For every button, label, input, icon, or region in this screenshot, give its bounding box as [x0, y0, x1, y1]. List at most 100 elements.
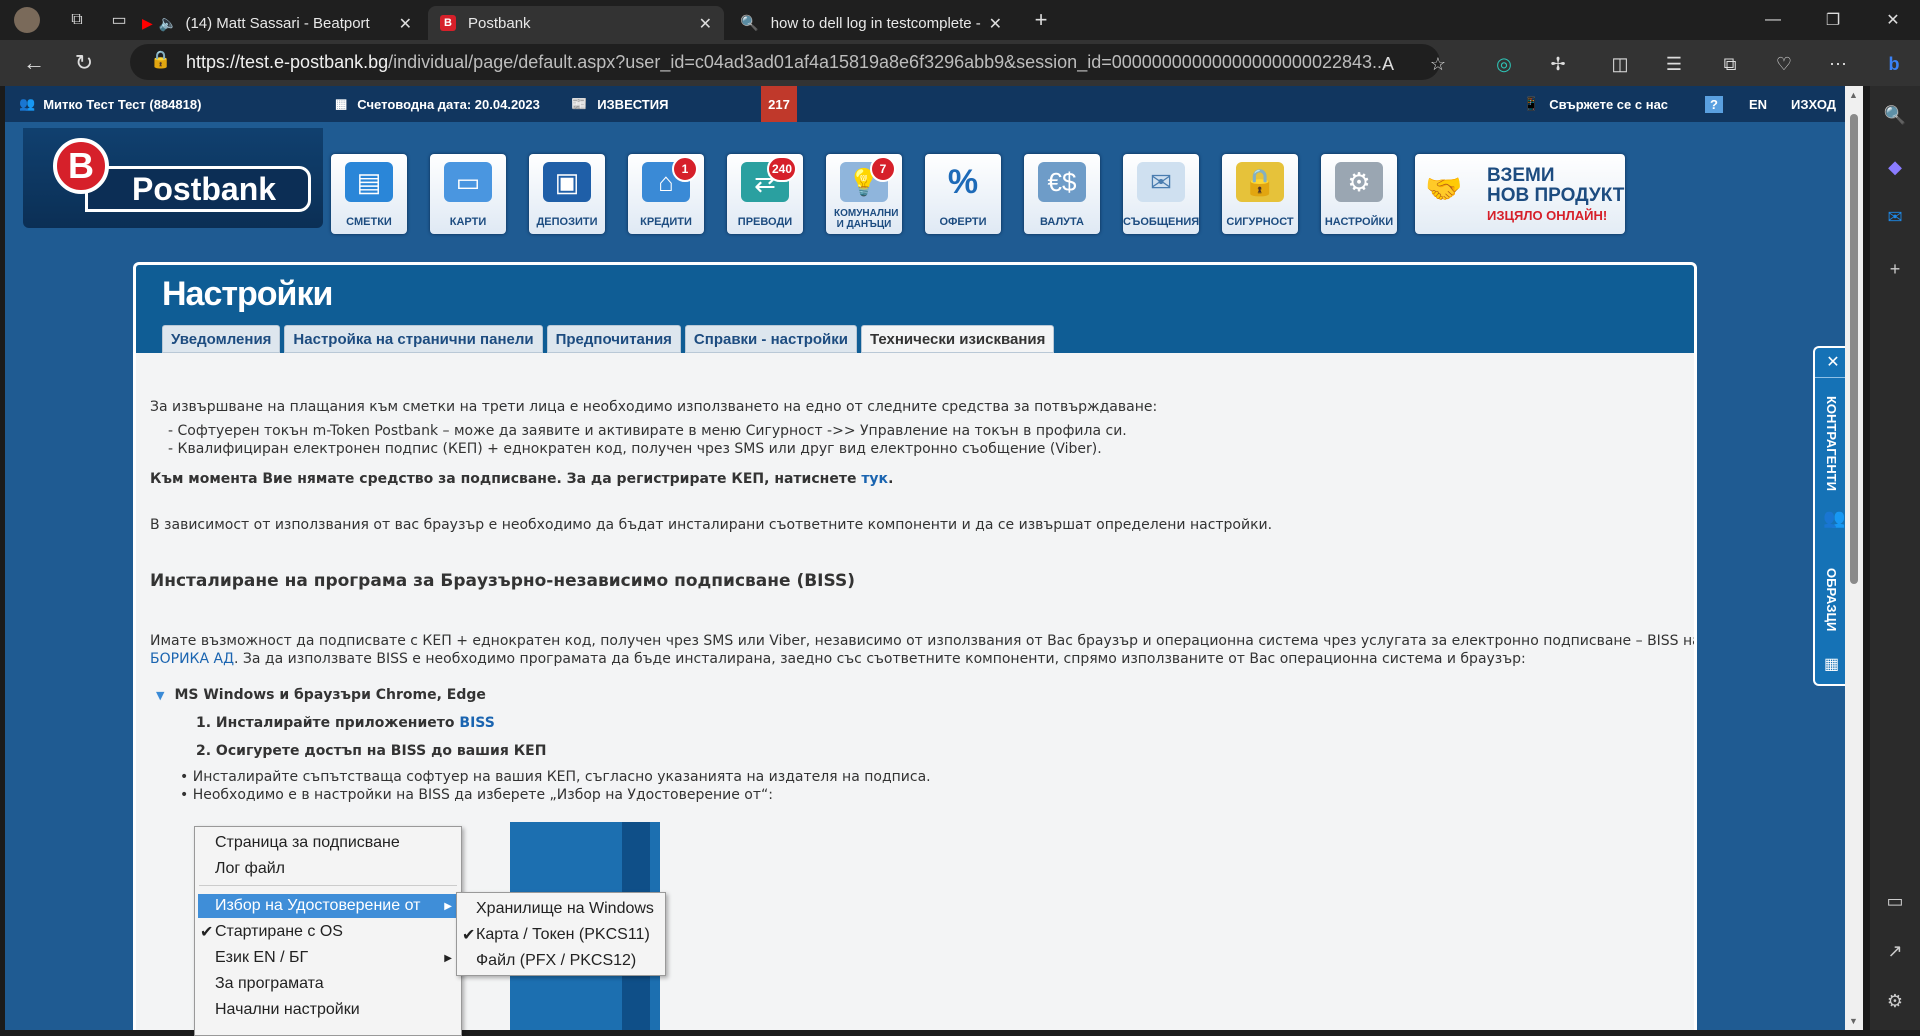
browser-tab-bar: ⧉ ▭ ▶ 🔈 (14) Matt Sassari - Beatport ✕ B…: [0, 0, 1920, 40]
settings-gear-icon[interactable]: ⚙: [1880, 986, 1910, 1016]
nav-offers[interactable]: % ОФЕРТИ: [925, 154, 1001, 234]
biss-context-menu-image: Страница за подписване Лог файл Избор на…: [194, 826, 462, 1036]
news-count-badge[interactable]: 217: [761, 86, 797, 122]
menu-item-defaults: Начални настройки: [215, 1001, 360, 1018]
nav-settings[interactable]: ⚙ НАСТРОЙКИ: [1321, 154, 1397, 234]
tab-technical-requirements[interactable]: Технически изисквания: [860, 325, 1055, 353]
tab-beatport[interactable]: ▶ 🔈 (14) Matt Sassari - Beatport ✕: [134, 6, 424, 40]
paragraph-biss: Имате възможност да подписвате с КЕП + е…: [150, 633, 1697, 649]
close-tab-icon[interactable]: ✕: [989, 14, 1002, 34]
nav-label: СИГУРНОСТ: [1226, 216, 1294, 228]
postbank-logo[interactable]: Postbank B: [23, 128, 323, 228]
back-icon[interactable]: ←: [14, 43, 54, 83]
tab-title: Postbank: [468, 14, 531, 32]
menu-item-certificate-source: Избор на Удостоверение от ▶: [198, 894, 458, 918]
register-kep-link[interactable]: тук: [861, 471, 888, 487]
biss-submenu-image: Хранилище на Windows ✔ Карта / Токен (PKC…: [456, 892, 666, 976]
workspaces-icon[interactable]: ⧉: [62, 5, 92, 35]
nav-label: КАРТИ: [449, 216, 487, 228]
submenu-file: Файл (PFX / PKCS12): [476, 952, 637, 969]
side-widget[interactable]: ✕ КОНТРАГЕНТИ 👥 ОБРАЗЦИ ▦: [1813, 346, 1845, 686]
close-tab-icon[interactable]: ✕: [699, 14, 712, 34]
nav-cards[interactable]: ▭ КАРТИ: [430, 154, 506, 234]
extension-icon[interactable]: ◎: [1488, 48, 1520, 80]
nav-currency[interactable]: €$ ВАЛУТА: [1024, 154, 1100, 234]
read-aloud-icon[interactable]: A: [1372, 48, 1404, 80]
paragraph-browser: В зависимост от използвания от вас брауз…: [150, 517, 1273, 533]
nav-label: СЪОБЩЕНИЯ: [1123, 216, 1200, 228]
speaker-icon[interactable]: 🔈: [159, 14, 178, 32]
step-install: 1. Инсталирайте приложението BISS: [196, 715, 495, 731]
contacts-tab[interactable]: КОНТРАГЕНТИ: [1824, 396, 1839, 491]
nav-label: ПРЕВОДИ: [737, 216, 793, 228]
url-path: /individual/page/default.aspx?user_id=c0…: [388, 51, 1388, 72]
submenu-arrow-icon: ▶: [444, 952, 452, 964]
tab-notifications[interactable]: Уведомления: [162, 325, 281, 353]
step-access: 2. Осигурете достъп на BISS до вашия КЕП: [196, 743, 547, 759]
promo-banner[interactable]: 🤝 ВЗЕМИ НОВ ПРОДУКТ ИЗЦЯЛО ОНЛАЙН!: [1415, 154, 1625, 234]
split-screen-icon[interactable]: ◫: [1604, 48, 1636, 80]
tab-postbank[interactable]: B Postbank ✕: [428, 6, 724, 40]
checkmark-icon: ✔: [462, 927, 476, 944]
maximize-icon[interactable]: ❐: [1803, 0, 1863, 40]
minimize-icon[interactable]: —: [1743, 0, 1803, 40]
nav-transfers[interactable]: ⇄ 240 ПРЕВОДИ: [727, 154, 803, 234]
tab-preferences[interactable]: Предпочитания: [546, 325, 681, 353]
browser-essentials-icon[interactable]: ♡: [1768, 48, 1800, 80]
profile-avatar[interactable]: [14, 7, 40, 33]
phone-icon: 📱: [1523, 96, 1540, 111]
sidebar-toggle-icon[interactable]: ▭: [1880, 886, 1910, 916]
help-button[interactable]: ?: [1705, 86, 1723, 122]
nav-label: ВАЛУТА: [1039, 216, 1084, 228]
paragraph-biss-cont: БОРИКА АД. За да използвате BISS е необх…: [150, 651, 1526, 667]
nav-security[interactable]: 🔒 СИГУРНОСТ: [1222, 154, 1298, 234]
menu-item-log-file: Лог файл: [215, 860, 286, 877]
add-icon[interactable]: +: [1880, 254, 1910, 284]
scroll-down-icon[interactable]: ▼: [1849, 1016, 1858, 1026]
templates-tab[interactable]: ОБРАЗЦИ: [1824, 568, 1839, 631]
nav-accounts[interactable]: ▤ СМЕТКИ: [331, 154, 407, 234]
search-icon[interactable]: 🔍: [1880, 100, 1910, 130]
scrollbar-thumb[interactable]: [1850, 114, 1858, 584]
tab-actions-icon[interactable]: ▭: [104, 5, 134, 35]
new-tab-icon[interactable]: +: [1026, 5, 1056, 35]
news-link[interactable]: 📰 ИЗВЕСТИЯ: [571, 86, 668, 122]
borika-link[interactable]: БОРИКА АД: [150, 651, 234, 667]
close-tab-icon[interactable]: ✕: [399, 14, 412, 34]
accounting-date-text: Счетоводна дата: 20.04.2023: [357, 96, 540, 112]
logout-button[interactable]: ИЗХОД: [1791, 86, 1836, 122]
open-external-icon[interactable]: ↗: [1880, 936, 1910, 966]
nav-messages[interactable]: ✉ СЪОБЩЕНИЯ: [1123, 154, 1199, 234]
reload-icon[interactable]: ↻: [64, 43, 104, 83]
nav-deposits[interactable]: ▣ ДЕПОЗИТИ: [529, 154, 605, 234]
nav-utilities[interactable]: 💡 7 КОМУНАЛНИ И ДАНЪЦИ: [826, 154, 902, 234]
copilot-icon[interactable]: ◆: [1880, 152, 1910, 182]
user-icon: 👥: [19, 96, 36, 111]
collections-icon[interactable]: ⧉: [1714, 48, 1746, 80]
bing-copilot-icon[interactable]: b: [1878, 48, 1910, 80]
page-scrollbar[interactable]: ▲ ▼: [1845, 86, 1863, 1030]
favorite-star-icon[interactable]: ☆: [1422, 48, 1454, 80]
news-count: 217: [761, 86, 797, 122]
tab-search[interactable]: 🔍 how to dell log in testcomplete - ✕: [728, 6, 1014, 40]
biss-download-link[interactable]: BISS: [459, 715, 494, 731]
contact-link[interactable]: 📱 Свържете се с нас: [1523, 86, 1668, 122]
scroll-up-icon[interactable]: ▲: [1849, 90, 1858, 100]
close-window-icon[interactable]: ✕: [1863, 0, 1920, 40]
user-info[interactable]: 👥 Митко Тест Тест (884818): [19, 86, 201, 122]
help-icon: ?: [1705, 95, 1723, 113]
tab-reports-settings[interactable]: Справки - настройки: [684, 325, 857, 353]
more-menu-icon[interactable]: ⋯: [1822, 48, 1854, 80]
address-bar[interactable]: 🔒 https://test.e-postbank.bg/individual/…: [130, 44, 1440, 80]
language-switch[interactable]: EN: [1749, 86, 1767, 122]
close-icon[interactable]: ✕: [1815, 348, 1845, 378]
tab-side-panels[interactable]: Настройка на странични панели: [284, 325, 543, 353]
outlook-icon[interactable]: ✉: [1880, 202, 1910, 232]
section-windows-label: MS Windows и браузъри Chrome, Edge: [174, 687, 486, 703]
section-windows-toggle[interactable]: ▼ MS Windows и браузъри Chrome, Edge: [156, 687, 486, 703]
favorites-icon[interactable]: ☰: [1658, 48, 1690, 80]
news-label: ИЗВЕСТИЯ: [597, 96, 669, 112]
extensions-puzzle-icon[interactable]: ✢: [1542, 48, 1574, 80]
nav-loans[interactable]: ⌂ 1 КРЕДИТИ: [628, 154, 704, 234]
page-title: Настройки: [162, 275, 333, 313]
